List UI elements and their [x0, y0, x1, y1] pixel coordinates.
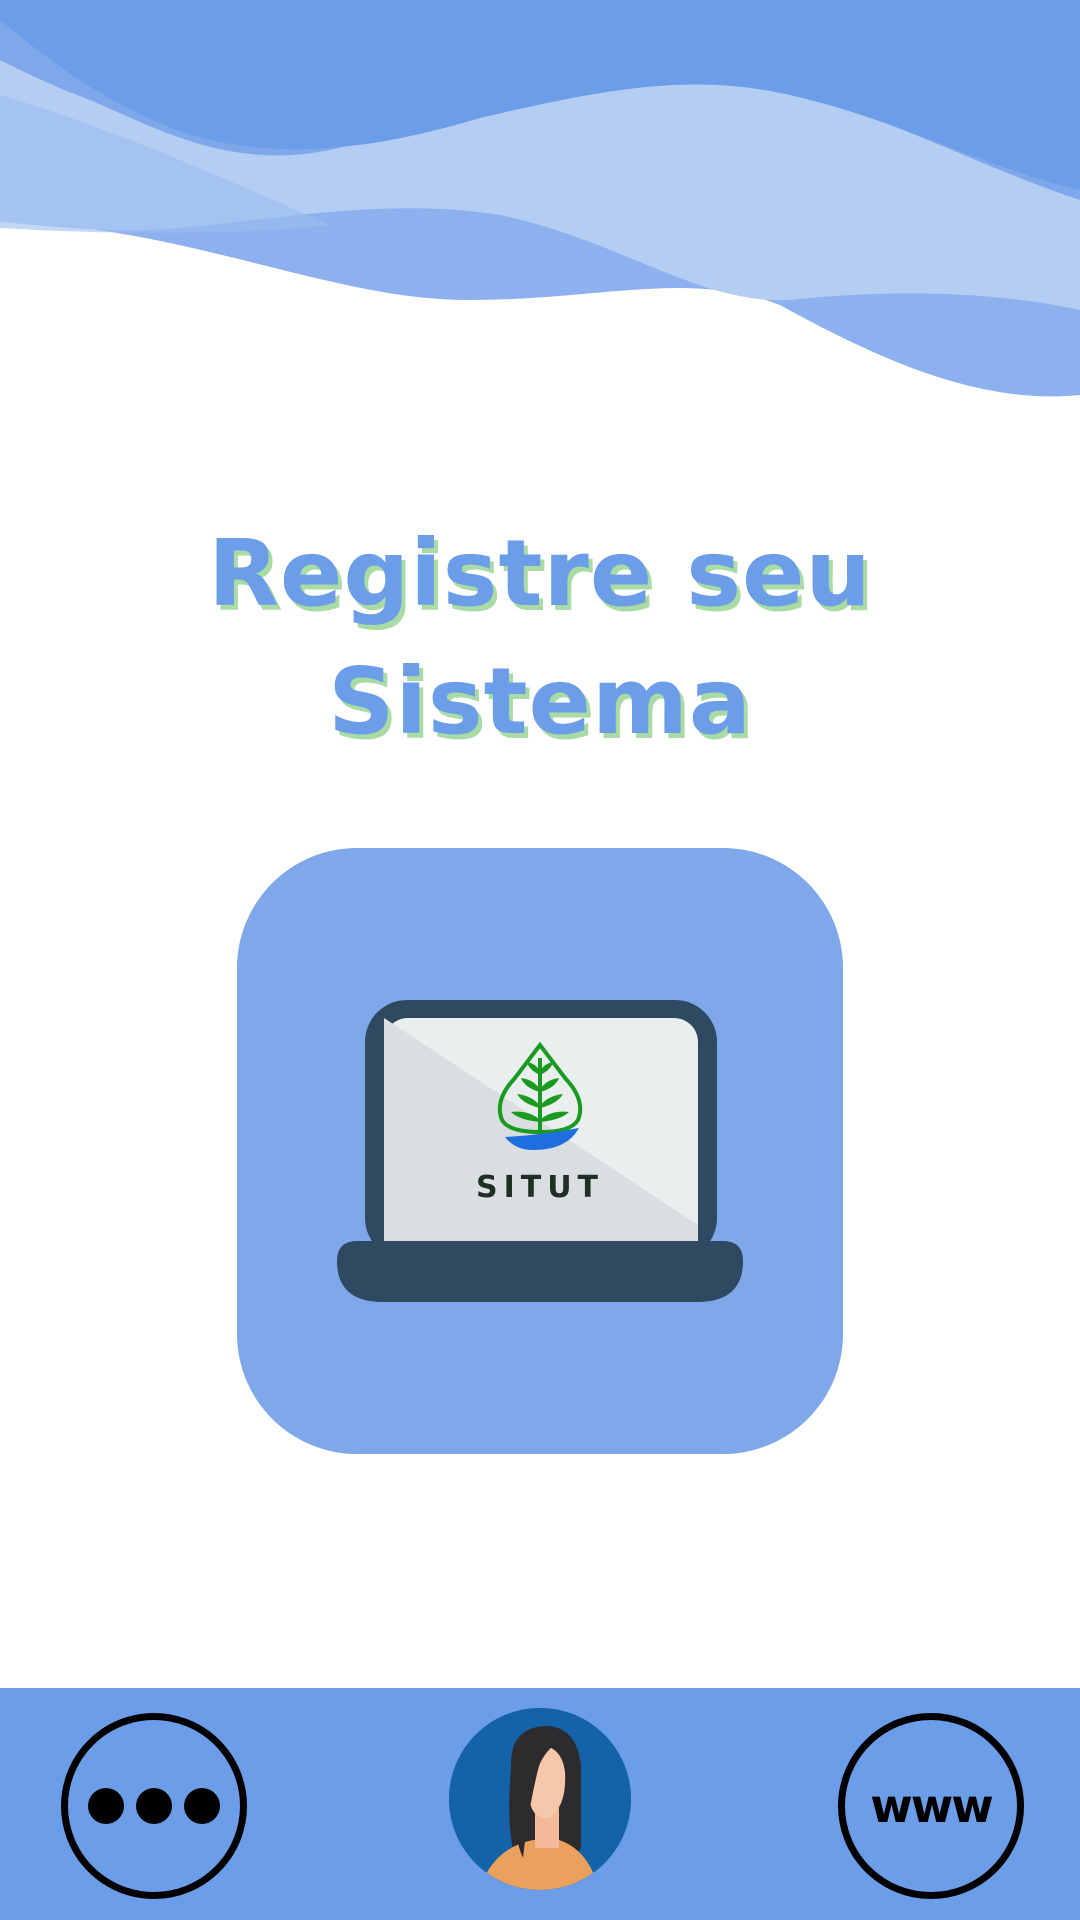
- logo-text: SITUT: [476, 1170, 604, 1205]
- page-title-line-1: Registre seu: [208, 520, 872, 627]
- register-system-tile[interactable]: SITUT: [237, 848, 843, 1454]
- globe-www-icon: www: [870, 1779, 994, 1833]
- avatar-woman-icon: [449, 1708, 631, 1890]
- laptop-icon: SITUT: [337, 1000, 743, 1302]
- bottom-nav-bar: www: [0, 1688, 1080, 1920]
- more-options-button[interactable]: [61, 1713, 247, 1899]
- website-button[interactable]: www: [838, 1713, 1024, 1899]
- page-title: Registre seu Sistema: [0, 510, 1080, 766]
- page-title-line-2: Sistema: [328, 648, 752, 755]
- more-dots-icon: [68, 1720, 240, 1892]
- header-wave-decoration: [0, 0, 1080, 420]
- profile-avatar-button[interactable]: [449, 1708, 631, 1890]
